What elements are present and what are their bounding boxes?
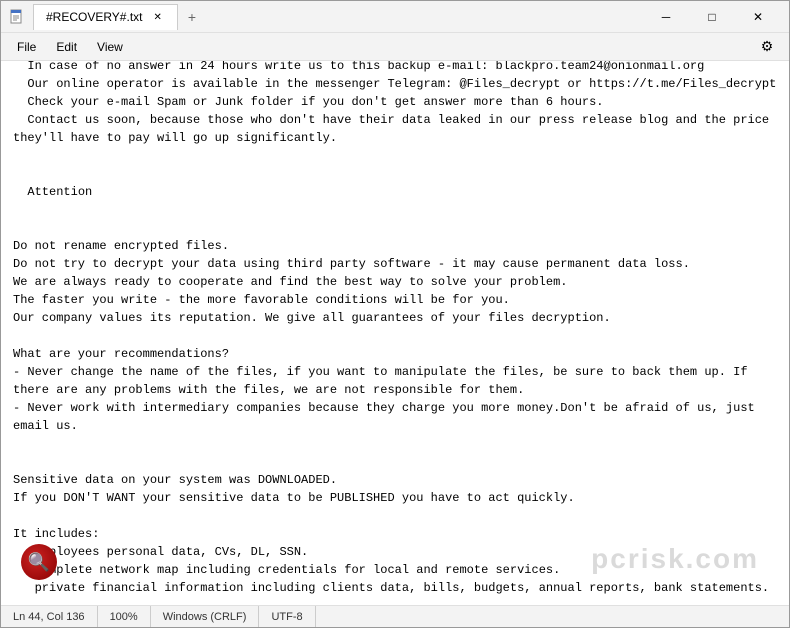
minimize-button[interactable]: ─	[643, 1, 689, 33]
zoom-level: 100%	[98, 606, 151, 627]
maximize-button[interactable]: □	[689, 1, 735, 33]
line-ending: Windows (CRLF)	[151, 606, 260, 627]
status-bar: Ln 44, Col 136 100% Windows (CRLF) UTF-8	[1, 605, 789, 627]
text-editor[interactable]: Hello my dear friend (Do not scan the fi…	[1, 61, 789, 605]
menu-bar-right: ⚙	[753, 33, 781, 61]
edit-menu[interactable]: Edit	[48, 37, 85, 57]
tab-close-button[interactable]: ✕	[150, 11, 164, 24]
tab-area: #RECOVERY#.txt ✕ +	[33, 4, 204, 30]
tab-title: #RECOVERY#.txt	[46, 10, 142, 24]
close-button[interactable]: ✕	[735, 1, 781, 33]
encoding: UTF-8	[259, 606, 315, 627]
new-tab-button[interactable]: +	[180, 5, 204, 29]
notepad-window: #RECOVERY#.txt ✕ + ─ □ ✕ File Edit View …	[0, 0, 790, 628]
title-bar-left: #RECOVERY#.txt ✕ +	[9, 4, 643, 30]
file-menu[interactable]: File	[9, 37, 44, 57]
content-area: Hello my dear friend (Do not scan the fi…	[1, 61, 789, 605]
cursor-position: Ln 44, Col 136	[9, 606, 98, 627]
window-controls: ─ □ ✕	[643, 1, 781, 33]
view-menu[interactable]: View	[89, 37, 131, 57]
notepad-icon	[9, 9, 25, 25]
menu-bar: File Edit View ⚙	[1, 33, 789, 61]
title-bar: #RECOVERY#.txt ✕ + ─ □ ✕	[1, 1, 789, 33]
active-tab[interactable]: #RECOVERY#.txt ✕	[33, 4, 178, 30]
settings-icon[interactable]: ⚙	[753, 33, 781, 61]
